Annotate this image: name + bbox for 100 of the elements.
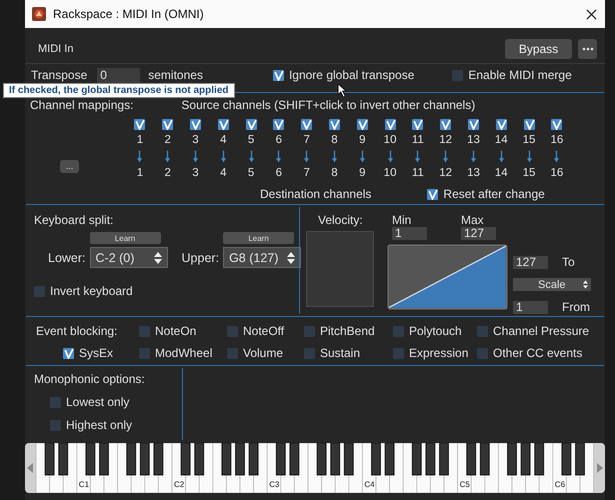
source-channels-label: Source channels (SHIFT+click to invert other channels) xyxy=(181,98,476,112)
checkbox[interactable] xyxy=(272,70,284,80)
down-arrow-icon xyxy=(554,150,560,163)
source-channel-number: 2 xyxy=(164,133,171,148)
checkbox[interactable] xyxy=(356,119,368,130)
min-label: Min xyxy=(392,213,412,227)
destination-channel-number: 12 xyxy=(439,166,452,181)
checkbox[interactable] xyxy=(246,119,257,130)
destination-channel-number: 3 xyxy=(192,166,199,181)
down-arrow-icon xyxy=(526,150,532,163)
checkbox[interactable] xyxy=(134,119,146,130)
range-label: Upper: xyxy=(182,251,220,265)
keyboard-split-label: Keyboard split: xyxy=(34,213,114,227)
velocity-label: Velocity: xyxy=(318,213,364,227)
checkbox[interactable] xyxy=(301,119,312,130)
down-arrow-icon xyxy=(304,150,310,163)
more-icon xyxy=(582,47,594,51)
octave-label: C6 xyxy=(554,480,566,489)
min-field[interactable]: 1 xyxy=(392,227,427,240)
mode-dropdown[interactable]: Scale xyxy=(513,278,591,291)
transpose-field[interactable]: 0 xyxy=(97,68,140,84)
source-channel-number: 16 xyxy=(550,133,564,148)
max-field[interactable]: 127 xyxy=(461,227,496,240)
more-button[interactable] xyxy=(578,39,597,59)
checkbox[interactable] xyxy=(139,348,150,358)
checkbox-label: Channel Pressure xyxy=(493,324,590,338)
down-arrow-icon xyxy=(470,150,476,163)
destination-channel-number: 10 xyxy=(384,166,396,181)
checkbox-label: Ignore global transpose xyxy=(288,68,414,82)
checkbox[interactable] xyxy=(63,348,74,358)
checkbox[interactable] xyxy=(477,348,488,358)
close-icon[interactable] xyxy=(586,8,597,20)
source-channel-number: 8 xyxy=(331,133,338,148)
more-button[interactable]: ... xyxy=(60,160,79,172)
learn-button[interactable]: Learn xyxy=(223,232,294,244)
note-spinner[interactable]: G8 (127) xyxy=(223,247,302,268)
checkbox[interactable] xyxy=(162,119,174,130)
checkbox[interactable] xyxy=(496,119,507,130)
source-channel-number: 4 xyxy=(220,133,226,148)
event-blocking-label: Event blocking: xyxy=(36,324,118,338)
checkbox-label: Highest only xyxy=(66,418,132,432)
source-channel-number: 7 xyxy=(303,133,310,148)
down-arrow-icon xyxy=(276,150,282,163)
checkbox[interactable] xyxy=(190,119,201,130)
checkbox[interactable] xyxy=(393,348,404,358)
destination-channels-label: Destination channels xyxy=(260,187,372,201)
checkbox[interactable] xyxy=(139,326,150,336)
checkbox-label: SysEx xyxy=(79,346,114,360)
note-spinner[interactable]: C-2 (0) xyxy=(90,247,168,268)
octave-label: C3 xyxy=(269,480,280,489)
destination-channel-number: 11 xyxy=(412,166,424,181)
spinner-arrows-icon xyxy=(154,252,162,264)
mouse-cursor-icon xyxy=(338,84,347,97)
checkbox[interactable] xyxy=(551,119,562,130)
checkbox[interactable] xyxy=(34,286,45,296)
channel-mappings-label: Channel mappings: xyxy=(30,98,134,112)
tooltip: If checked, the global transpose is not applied xyxy=(3,83,234,98)
octave-label: C5 xyxy=(460,480,470,489)
checkbox-label: PitchBend xyxy=(320,324,375,338)
down-arrow-icon xyxy=(248,150,254,163)
checkbox[interactable] xyxy=(227,326,238,336)
source-channel-number: 11 xyxy=(412,133,424,148)
destination-channel-number: 6 xyxy=(276,166,282,181)
source-channel-number: 1 xyxy=(136,133,144,148)
checkbox[interactable] xyxy=(412,119,424,130)
destination-channel-number: 1 xyxy=(136,166,144,181)
octave-label: C4 xyxy=(364,480,375,489)
source-channel-number: 5 xyxy=(248,133,254,148)
app-icon xyxy=(32,7,46,21)
checkbox[interactable] xyxy=(50,396,61,408)
destination-channel-number: 15 xyxy=(522,166,536,181)
down-arrow-icon xyxy=(220,150,226,163)
checkbox[interactable] xyxy=(384,119,396,130)
checkbox-label: Sustain xyxy=(320,346,360,360)
checkbox[interactable] xyxy=(440,119,452,130)
checkbox[interactable] xyxy=(468,119,479,130)
checkbox[interactable] xyxy=(524,119,535,130)
down-arrow-icon xyxy=(388,150,393,163)
checkbox[interactable] xyxy=(304,326,315,336)
checkbox[interactable] xyxy=(477,326,488,336)
destination-channel-number: 7 xyxy=(303,166,310,181)
checkbox[interactable] xyxy=(328,119,340,130)
checkbox[interactable] xyxy=(427,188,438,200)
to-field[interactable]: 127 xyxy=(513,256,548,268)
to-label: To xyxy=(562,255,575,269)
destination-channel-number: 14 xyxy=(494,166,508,181)
checkbox[interactable] xyxy=(50,420,61,430)
down-arrow-icon xyxy=(165,150,170,163)
learn-button[interactable]: Learn xyxy=(90,232,161,244)
checkbox[interactable] xyxy=(452,70,464,80)
checkbox[interactable] xyxy=(218,119,229,130)
checkbox[interactable] xyxy=(393,326,404,336)
checkbox[interactable] xyxy=(273,119,284,130)
destination-channel-number: 16 xyxy=(550,166,564,181)
checkbox[interactable] xyxy=(227,348,238,358)
checkbox[interactable] xyxy=(304,348,315,358)
monophonic-options-label: Monophonic options: xyxy=(34,372,146,386)
down-arrow-icon xyxy=(192,150,198,163)
from-field[interactable]: 1 xyxy=(513,300,548,314)
bypass-button[interactable]: Bypass xyxy=(505,39,572,59)
